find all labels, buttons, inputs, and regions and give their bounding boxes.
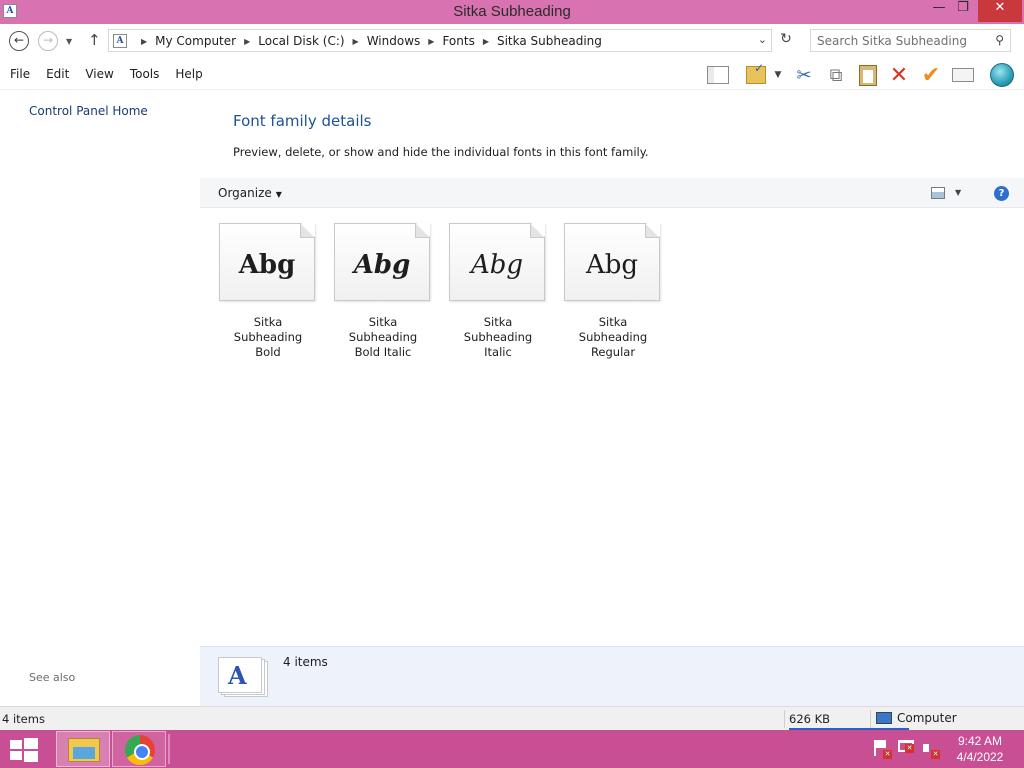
see-also-label: See also [29, 671, 76, 684]
font-item-bold-italic[interactable]: Abg Sitka Subheading Bold Italic [333, 223, 448, 360]
cut-icon[interactable]: ✂ [792, 63, 816, 87]
search-icon[interactable]: ⚲ [995, 33, 1004, 47]
breadcrumb-separator[interactable]: ▶ [353, 37, 359, 46]
page-title: Font family details [233, 112, 372, 130]
font-sample: Abg [470, 250, 524, 280]
help-icon[interactable]: ? [994, 186, 1009, 201]
up-button[interactable]: ↑ [88, 31, 101, 49]
font-sample: Abg [585, 250, 639, 280]
close-button[interactable]: ✕ [978, 0, 1022, 22]
font-item-italic[interactable]: Abg Sitka Subheading Italic [448, 223, 563, 360]
font-preview: Abg [564, 223, 660, 301]
menu-tools[interactable]: Tools [130, 67, 160, 81]
breadcrumb-windows[interactable]: Windows [367, 34, 421, 48]
font-family-icon: A [218, 657, 268, 697]
title-bar: A Sitka Subheading — ❐ ✕ [0, 0, 1024, 24]
chevron-down-icon[interactable]: ⌄ [758, 33, 767, 46]
font-name: Sitka Subheading Bold Italic [348, 315, 418, 359]
menu-view[interactable]: View [85, 67, 113, 81]
windows-start-icon[interactable] [10, 738, 38, 762]
network-icon[interactable]: ✕ [898, 740, 914, 753]
taskbar: ✕ ✕ ✕ 9:42 AM 4/4/2022 [0, 730, 1024, 768]
clock-date: 4/4/2022 [956, 750, 1004, 764]
page-description: Preview, delete, or show and hide the in… [233, 145, 649, 159]
file-explorer-taskbar-button[interactable] [56, 731, 110, 767]
menu-file[interactable]: File [10, 67, 30, 81]
breadcrumb-separator[interactable]: ▶ [483, 37, 489, 46]
menu-help[interactable]: Help [175, 67, 202, 81]
globe-icon[interactable] [990, 63, 1014, 87]
system-tray: ✕ ✕ ✕ [874, 740, 940, 759]
details-item-count: 4 items [283, 655, 328, 669]
chevron-down-icon[interactable]: ▼ [770, 63, 786, 87]
organize-label: Organize [218, 186, 272, 200]
breadcrumb: ▶ My Computer ▶ Local Disk (C:) ▶ Window… [133, 34, 602, 48]
navigation-bar: ← → ▼ ↑ A ▶ My Computer ▶ Local Disk (C:… [0, 24, 1024, 58]
status-location: Computer [876, 711, 957, 725]
search-box[interactable]: ⚲ [810, 29, 1011, 52]
chrome-icon [125, 735, 155, 765]
font-name: Sitka Subheading Bold [233, 315, 303, 359]
chevron-down-icon[interactable]: ▼ [955, 188, 961, 197]
font-name: Sitka Subheading Regular [578, 315, 648, 359]
font-preview: Abg [449, 223, 545, 301]
left-pane: Control Panel Home See also [0, 90, 200, 706]
font-list: Abg Sitka Subheading Bold Abg Sitka Subhe… [218, 223, 678, 360]
status-bar: 4 items 626 KB Computer [0, 706, 1024, 730]
taskbar-divider [168, 734, 170, 764]
font-preview: Abg [219, 223, 315, 301]
status-divider [870, 710, 871, 728]
chrome-taskbar-button[interactable] [112, 731, 166, 767]
volume-muted-icon[interactable]: ✕ [922, 740, 940, 759]
breadcrumb-separator[interactable]: ▶ [141, 37, 147, 46]
organize-button[interactable]: Organize ▼ [218, 186, 282, 200]
recent-locations-dropdown[interactable]: ▼ [66, 37, 72, 46]
font-preview: Abg [334, 223, 430, 301]
refresh-icon[interactable]: ↻ [776, 31, 796, 51]
paste-icon[interactable] [856, 63, 880, 87]
properties-icon[interactable] [951, 63, 975, 87]
font-sample: Abg [238, 250, 296, 280]
font-item-bold[interactable]: Abg Sitka Subheading Bold [218, 223, 333, 360]
breadcrumb-sitka-subheading[interactable]: Sitka Subheading [497, 34, 602, 48]
address-bar[interactable]: A ▶ My Computer ▶ Local Disk (C:) ▶ Wind… [108, 29, 772, 52]
status-divider [784, 710, 785, 728]
details-pane: A 4 items [200, 646, 1024, 706]
breadcrumb-local-disk[interactable]: Local Disk (C:) [258, 34, 344, 48]
breadcrumb-separator[interactable]: ▶ [428, 37, 434, 46]
taskbar-clock[interactable]: 9:42 AM 4/4/2022 [950, 733, 1010, 765]
font-sample: Abg [353, 250, 411, 280]
breadcrumb-my-computer[interactable]: My Computer [155, 34, 236, 48]
window-title: Sitka Subheading [453, 3, 571, 20]
status-size: 626 KB [789, 712, 831, 726]
folder-check-icon[interactable] [744, 61, 768, 87]
breadcrumb-fonts[interactable]: Fonts [442, 34, 474, 48]
menu-bar: File Edit View Tools Help ▼ ✂ ⧉ ✕ ✔ [0, 58, 1024, 90]
back-button[interactable]: ← [9, 31, 29, 51]
forward-button[interactable]: → [38, 31, 58, 51]
action-center-flag-icon[interactable]: ✕ [874, 740, 892, 759]
file-explorer-icon [68, 738, 100, 762]
clock-time: 9:42 AM [957, 734, 1003, 748]
search-input[interactable] [817, 33, 987, 48]
menu-edit[interactable]: Edit [46, 67, 69, 81]
font-name: Sitka Subheading Italic [463, 315, 533, 359]
control-panel-home-link[interactable]: Control Panel Home [29, 104, 148, 118]
main-content: Font family details Preview, delete, or … [200, 90, 1024, 646]
checkmark-icon[interactable]: ✔ [919, 63, 943, 88]
font-item-regular[interactable]: Abg Sitka Subheading Regular [563, 223, 678, 360]
delete-icon[interactable]: ✕ [887, 63, 911, 88]
change-view-icon[interactable] [931, 187, 945, 199]
maximize-button[interactable]: ❐ [948, 0, 978, 22]
layout-icon[interactable] [706, 63, 730, 87]
status-location-label: Computer [897, 711, 957, 725]
command-bar: Organize ▼ ▼ ? [200, 178, 1024, 208]
status-item-count: 4 items [2, 712, 45, 726]
computer-icon [876, 712, 892, 724]
breadcrumb-separator[interactable]: ▶ [244, 37, 250, 46]
font-folder-icon: A [113, 34, 127, 48]
chevron-down-icon: ▼ [275, 190, 282, 199]
copy-icon[interactable]: ⧉ [824, 63, 848, 87]
